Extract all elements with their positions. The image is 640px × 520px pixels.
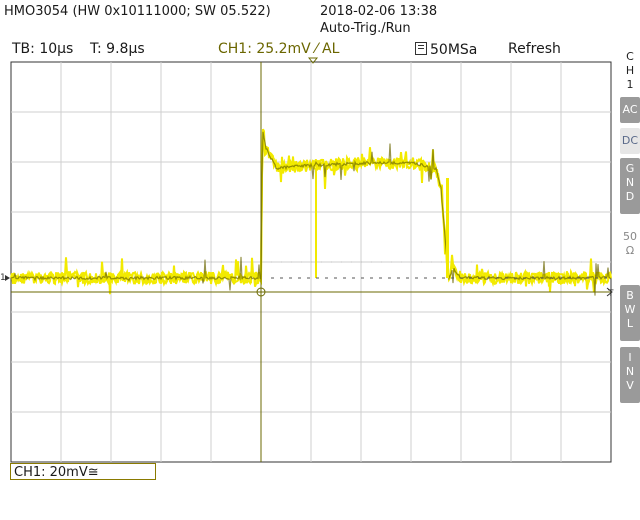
sample-rate-readout[interactable]: 50MSa	[415, 42, 477, 58]
ground-marker-label: 1	[0, 273, 6, 283]
channel-scale-readout[interactable]: CH1: 20mV≅	[10, 463, 156, 480]
acquisition-mode-readout[interactable]: Refresh	[508, 42, 561, 57]
memory-icon	[415, 42, 427, 55]
timebase-readout[interactable]: TB: 10µs	[12, 42, 73, 57]
trigger-level-label: T	[607, 289, 614, 299]
title-bar: HMO3054 (HW 0x10111000; SW 05.522) 2018-…	[0, 0, 640, 40]
trigger-status: Auto-Trig./Run	[320, 21, 411, 36]
bwl-button[interactable]: BWL	[620, 285, 640, 341]
dc-coupling-button[interactable]: DC	[620, 128, 640, 154]
invert-button[interactable]: INV	[620, 347, 640, 403]
ac-coupling-button[interactable]: AC	[620, 97, 640, 123]
scope-display: T1	[0, 57, 614, 463]
trigger-channel-readout[interactable]: CH1: 25.2mV ⁄ AL	[218, 42, 339, 57]
trigger-time-readout[interactable]: T: 9.8µs	[90, 42, 145, 57]
info-bar: TB: 10µs T: 9.8µs CH1: 25.2mV ⁄ AL 50MSa…	[0, 40, 612, 60]
impedance-50ohm-button[interactable]: 50 Ω	[620, 224, 640, 264]
datetime-label: 2018-02-06 13:38	[320, 4, 438, 19]
sample-rate-value: 50MSa	[430, 42, 478, 58]
ground-marker-arrow	[5, 275, 10, 281]
device-label: HMO3054 (HW 0x10111000; SW 05.522)	[4, 4, 271, 19]
channel-menu-title: CH1	[620, 50, 640, 94]
gnd-button[interactable]: GND	[620, 158, 640, 214]
